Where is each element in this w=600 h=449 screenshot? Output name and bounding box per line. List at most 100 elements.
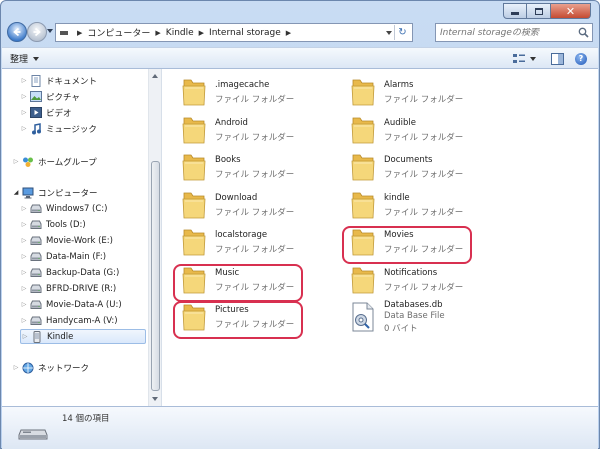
- computer-icon: [22, 187, 34, 199]
- nav-item-tools-(d:)[interactable]: ▷ Tools (D:): [20, 217, 148, 232]
- folder-item-audible[interactable]: Audible ファイル フォルダー: [336, 112, 496, 148]
- item-type: ファイル フォルダー: [384, 208, 464, 218]
- nav-item-label: ネットワーク: [38, 363, 90, 374]
- database-file-icon: [348, 302, 378, 332]
- scroll-down-arrow-icon[interactable]: [152, 397, 158, 401]
- address-dropdown[interactable]: [386, 31, 392, 35]
- organize-button[interactable]: 整理: [10, 52, 40, 65]
- caption-buttons: ✕: [503, 3, 591, 19]
- nav-item-ミュージック[interactable]: ▷ ミュージック: [20, 121, 148, 136]
- folder-item-books[interactable]: Books ファイル フォルダー: [167, 149, 327, 185]
- item-name: Documents: [384, 155, 433, 165]
- chevron-right-icon[interactable]: ▶: [155, 29, 160, 37]
- breadcrumb-internal-storage[interactable]: Internal storage: [209, 28, 281, 38]
- file-item-databases-db[interactable]: Databases.db Data Base File 0 バイト: [336, 299, 496, 335]
- view-options-dropdown[interactable]: [529, 52, 537, 65]
- breadcrumb-kindle[interactable]: Kindle: [166, 28, 194, 38]
- nav-scrollbar[interactable]: [148, 69, 161, 406]
- nav-item-label: ピクチャ: [46, 92, 80, 103]
- nav-item-ネットワーク[interactable]: ▷ ネットワーク: [12, 360, 140, 375]
- nav-item-kindle[interactable]: ▷ Kindle: [20, 329, 146, 344]
- breadcrumb-computer[interactable]: コンピューター: [87, 26, 150, 39]
- expand-arrow-icon[interactable]: ▷: [12, 158, 20, 165]
- expand-arrow-icon[interactable]: ▷: [20, 93, 28, 100]
- nav-item-backup-data-(g:)[interactable]: ▷ Backup-Data (G:): [20, 265, 148, 280]
- item-type: ファイル フォルダー: [215, 133, 295, 143]
- back-button[interactable]: [7, 22, 27, 42]
- minimize-icon: [511, 12, 519, 15]
- forward-arrow-icon: [33, 27, 41, 37]
- nav-item-label: ミュージック: [46, 124, 97, 135]
- highlight-annotation: [342, 226, 472, 264]
- folder-item-kindle[interactable]: kindle ファイル フォルダー: [336, 187, 496, 223]
- expand-arrow-icon[interactable]: ▷: [20, 109, 28, 116]
- expanded-arrow-icon[interactable]: ◢: [12, 189, 20, 196]
- maximize-button[interactable]: [527, 3, 551, 19]
- expand-arrow-icon[interactable]: ▷: [20, 77, 28, 84]
- folder-item-download[interactable]: Download ファイル フォルダー: [167, 187, 327, 223]
- folder-icon: [179, 190, 209, 220]
- forward-button[interactable]: [27, 22, 47, 42]
- expand-arrow-icon[interactable]: ▷: [20, 125, 28, 132]
- chevron-right-icon[interactable]: ▶: [199, 29, 204, 37]
- folder-item-notifications[interactable]: Notifications ファイル フォルダー: [336, 262, 496, 298]
- highlight-annotation: [173, 301, 303, 339]
- details-pane: 14 個の項目: [2, 406, 598, 449]
- nav-item-label: Handycam-A (V:): [46, 315, 118, 326]
- file-list: .imagecache ファイル フォルダー Alarms ファイル フォルダー And…: [163, 69, 598, 406]
- expand-arrow-icon[interactable]: ▷: [20, 253, 28, 260]
- item-name: Databases.db: [384, 300, 443, 310]
- nav-item-ビデオ[interactable]: ▷ ビデオ: [20, 105, 148, 120]
- folder-item-android[interactable]: Android ファイル フォルダー: [167, 112, 327, 148]
- item-type: ファイル フォルダー: [215, 170, 295, 180]
- nav-item-label: Kindle: [47, 331, 74, 342]
- chevron-right-icon[interactable]: ▶: [286, 29, 291, 37]
- close-button[interactable]: ✕: [551, 3, 591, 19]
- nav-item-bfrd-drive-(r:)[interactable]: ▷ BFRD-DRIVE (R:): [20, 281, 148, 296]
- expand-arrow-icon[interactable]: ▷: [20, 237, 28, 244]
- recent-pages-dropdown[interactable]: [47, 29, 53, 33]
- folder-item-localstorage[interactable]: localstorage ファイル フォルダー: [167, 224, 327, 260]
- scroll-up-arrow-icon[interactable]: [152, 74, 158, 78]
- expand-arrow-icon[interactable]: ▷: [12, 364, 20, 371]
- item-name: kindle: [384, 193, 410, 203]
- item-type: ファイル フォルダー: [215, 245, 295, 255]
- minimize-button[interactable]: [503, 3, 527, 19]
- view-icon: [513, 53, 525, 63]
- nav-item-label: BFRD-DRIVE (R:): [46, 283, 117, 294]
- folder-item-imagecache[interactable]: .imagecache ファイル フォルダー: [167, 74, 327, 110]
- nav-item-windows7-(c:)[interactable]: ▷ Windows7 (C:): [20, 201, 148, 216]
- folder-item-alarms[interactable]: Alarms ファイル フォルダー: [336, 74, 496, 110]
- nav-item-コンピューター[interactable]: ◢ コンピューター: [12, 185, 140, 200]
- nav-item-movie-work-(e:)[interactable]: ▷ Movie-Work (E:): [20, 233, 148, 248]
- expand-arrow-icon[interactable]: ▷: [20, 221, 28, 228]
- refresh-button[interactable]: ↻: [394, 25, 410, 40]
- address-bar[interactable]: ▶ コンピューター ▶ Kindle ▶ Internal storage ▶ …: [55, 23, 413, 42]
- search-box[interactable]: [435, 23, 593, 42]
- item-size: 0 バイト: [384, 324, 418, 334]
- chevron-right-icon[interactable]: ▶: [77, 29, 82, 37]
- expand-arrow-icon[interactable]: ▷: [21, 333, 29, 340]
- pictures-icon: [30, 91, 42, 103]
- nav-item-ドキュメント[interactable]: ▷ ドキュメント: [20, 73, 148, 88]
- nav-item-movie-data-a-(u:)[interactable]: ▷ Movie-Data-A (U:): [20, 297, 148, 312]
- change-view-button[interactable]: [512, 52, 526, 65]
- folder-item-documents[interactable]: Documents ファイル フォルダー: [336, 149, 496, 185]
- videos-icon: [30, 107, 42, 119]
- item-type: Data Base File: [384, 311, 445, 321]
- expand-arrow-icon[interactable]: ▷: [20, 269, 28, 276]
- search-input[interactable]: [440, 27, 576, 38]
- nav-item-data-main-(f:)[interactable]: ▷ Data-Main (F:): [20, 249, 148, 264]
- help-button[interactable]: ?: [574, 52, 588, 65]
- nav-item-handycam-a-(v:)[interactable]: ▷ Handycam-A (V:): [20, 313, 148, 328]
- nav-item-ピクチャ[interactable]: ▷ ピクチャ: [20, 89, 148, 104]
- preview-pane-button[interactable]: [550, 52, 564, 65]
- expand-arrow-icon[interactable]: ▷: [20, 317, 28, 324]
- preview-pane-icon: [550, 52, 564, 65]
- expand-arrow-icon[interactable]: ▷: [20, 301, 28, 308]
- expand-arrow-icon[interactable]: ▷: [20, 205, 28, 212]
- folder-icon: [179, 227, 209, 257]
- nav-item-ホームグループ[interactable]: ▷ ホームグループ: [12, 154, 140, 169]
- expand-arrow-icon[interactable]: ▷: [20, 285, 28, 292]
- scroll-thumb[interactable]: [151, 161, 160, 391]
